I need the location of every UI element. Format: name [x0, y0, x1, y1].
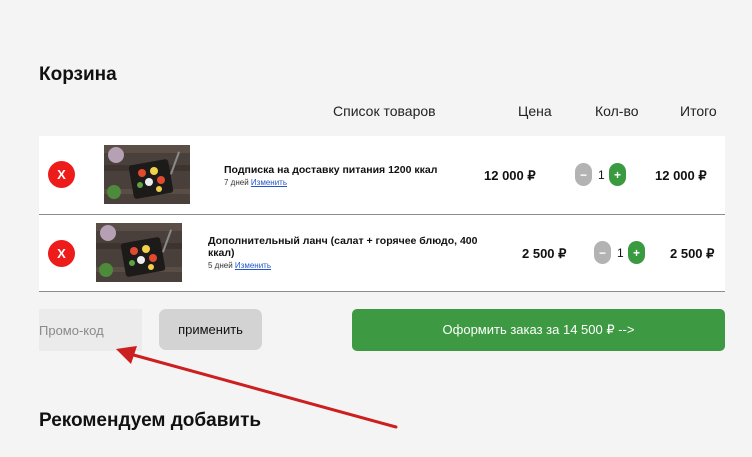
header-items: Список товаров — [333, 103, 436, 119]
product-days: 5 дней — [208, 261, 233, 270]
increase-qty-button[interactable]: + — [609, 163, 626, 186]
product-name: Дополнительный ланч (салат + горячее блю… — [208, 235, 478, 259]
remove-item-button[interactable]: X — [48, 240, 75, 267]
product-meta: 7 дней Изменить — [224, 178, 287, 187]
recommend-title: Рекомендуем добавить — [39, 410, 262, 431]
header-total: Итого — [680, 103, 717, 119]
item-price: 12 000 ₽ — [484, 168, 536, 183]
food-bowl-icon — [96, 223, 182, 282]
cart-title: Корзина — [39, 64, 117, 85]
change-link[interactable]: Изменить — [235, 261, 271, 270]
checkout-button[interactable]: Оформить заказ за 14 500 ₽ --> — [352, 309, 725, 351]
decrease-qty-button[interactable]: − — [594, 241, 611, 264]
product-days: 7 дней — [224, 178, 249, 187]
quantity-value: 1 — [598, 168, 605, 182]
promo-code-input[interactable]: Промо-код — [39, 309, 142, 351]
item-total: 12 000 ₽ — [655, 168, 707, 183]
food-bowl-icon — [104, 145, 190, 204]
cart-row: X Дополнительный ланч (салат + горячее б… — [39, 215, 725, 292]
change-link[interactable]: Изменить — [251, 178, 287, 187]
quantity-value: 1 — [617, 246, 624, 260]
increase-qty-button[interactable]: + — [628, 241, 645, 264]
item-price: 2 500 ₽ — [522, 246, 567, 261]
product-image — [96, 223, 182, 282]
decrease-qty-button[interactable]: − — [575, 163, 592, 186]
header-price: Цена — [518, 103, 552, 119]
cart-row: X Подписка на доставку питания 1200 ккал — [39, 136, 725, 215]
product-meta: 5 дней Изменить — [208, 261, 271, 270]
header-qty: Кол-во — [595, 103, 639, 119]
product-name: Подписка на доставку питания 1200 ккал — [224, 164, 438, 176]
cart-table: X Подписка на доставку питания 1200 ккал — [39, 136, 725, 292]
apply-promo-button[interactable]: применить — [159, 309, 262, 350]
remove-item-button[interactable]: X — [48, 161, 75, 188]
item-total: 2 500 ₽ — [670, 246, 715, 261]
product-image — [104, 145, 190, 204]
